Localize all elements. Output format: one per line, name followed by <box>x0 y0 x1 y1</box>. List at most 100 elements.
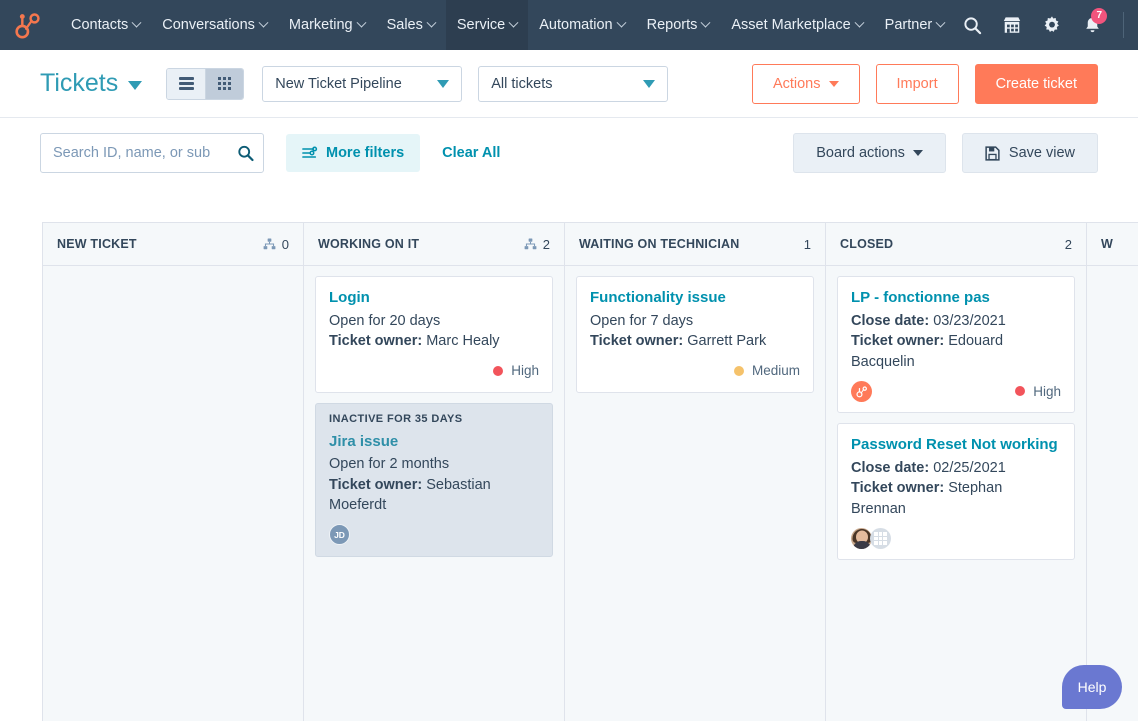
ticket-card-footer: Medium <box>590 360 800 382</box>
hubspot-logo-icon[interactable] <box>10 8 44 42</box>
priority-dot-icon <box>1015 386 1025 396</box>
board-column-partial: W <box>1087 223 1138 721</box>
nav-item-sales[interactable]: Sales <box>376 0 446 50</box>
avatar-initials[interactable]: JD <box>329 524 350 545</box>
ticket-avatars <box>851 528 891 549</box>
ticket-owner-label: Ticket owner: <box>329 477 422 493</box>
ticket-card[interactable]: LP - fonctionne pas Close date: 03/23/20… <box>837 276 1075 413</box>
column-title: CLOSED <box>840 237 893 251</box>
column-cards[interactable] <box>43 266 303 721</box>
nav-item-marketing[interactable]: Marketing <box>278 0 376 50</box>
marketplace-store-icon[interactable] <box>995 8 1029 42</box>
nav-utility-icons: 7 <box>955 8 1138 42</box>
notifications-bell-icon[interactable]: 7 <box>1075 8 1109 42</box>
chevron-down-icon <box>426 17 436 27</box>
chevron-down-icon <box>643 80 655 88</box>
ticket-card-footer <box>851 527 1061 549</box>
column-cards[interactable]: Login Open for 20 days Ticket owner: Mar… <box>304 266 564 721</box>
nav-item-reports[interactable]: Reports <box>636 0 721 50</box>
create-ticket-label: Create ticket <box>996 76 1077 92</box>
nav-item-service[interactable]: Service <box>446 0 528 50</box>
column-meta: 0 <box>263 237 289 252</box>
save-view-button[interactable]: Save view <box>962 133 1098 173</box>
column-cards[interactable] <box>1087 266 1138 721</box>
nav-label: Service <box>457 17 505 33</box>
board-view-button[interactable] <box>205 69 243 99</box>
nav-item-partner[interactable]: Partner <box>874 0 956 50</box>
nav-item-contacts[interactable]: Contacts <box>60 0 151 50</box>
actions-button[interactable]: Actions <box>752 64 860 104</box>
page-title-dropdown[interactable]: Tickets <box>40 69 142 98</box>
ticket-card-footer: High <box>329 360 539 382</box>
column-cards[interactable]: LP - fonctionne pas Close date: 03/23/20… <box>826 266 1086 721</box>
ticket-title-link[interactable]: Jira issue <box>329 432 539 452</box>
ticket-card[interactable]: Login Open for 20 days Ticket owner: Mar… <box>315 276 553 393</box>
pipeline-select-value: New Ticket Pipeline <box>275 76 402 92</box>
nav-item-asset-marketplace[interactable]: Asset Marketplace <box>720 0 873 50</box>
ticket-card[interactable]: Functionality issue Open for 7 days Tick… <box>576 276 814 393</box>
ticket-avatars: JD <box>329 524 350 545</box>
board-actions-button[interactable]: Board actions <box>793 133 946 173</box>
pipeline-select[interactable]: New Ticket Pipeline <box>262 66 462 102</box>
ticket-card[interactable]: Password Reset Not working Close date: 0… <box>837 423 1075 560</box>
ticket-card-footer: JD <box>329 524 539 546</box>
ticket-title-link[interactable]: LP - fonctionne pas <box>851 288 1061 308</box>
toolbar-actions: Actions Import Create ticket <box>752 64 1098 104</box>
ticket-title-link[interactable]: Functionality issue <box>590 288 800 308</box>
chevron-down-icon <box>913 150 923 156</box>
avatar-placeholder-icon[interactable] <box>870 528 891 549</box>
view-toggle-group <box>166 68 244 100</box>
nav-label: Reports <box>647 17 698 33</box>
nav-label: Contacts <box>71 17 128 33</box>
notification-count-badge: 7 <box>1091 8 1107 24</box>
nav-item-automation[interactable]: Automation <box>528 0 635 50</box>
column-cards[interactable]: Functionality issue Open for 7 days Tick… <box>565 266 825 721</box>
import-button[interactable]: Import <box>876 64 959 104</box>
priority-dot-icon <box>493 366 503 376</box>
ticket-age: Open for 7 days <box>590 311 800 332</box>
create-ticket-button[interactable]: Create ticket <box>975 64 1098 104</box>
column-header: W <box>1087 223 1138 266</box>
priority-badge: Medium <box>734 363 800 378</box>
main-nav-items: Contacts Conversations Marketing Sales S… <box>60 0 955 50</box>
ticket-owner-label: Ticket owner: <box>851 480 944 496</box>
nav-item-conversations[interactable]: Conversations <box>151 0 278 50</box>
clear-all-button[interactable]: Clear All <box>432 145 510 161</box>
chevron-down-icon <box>854 17 864 27</box>
more-filters-button[interactable]: More filters <box>286 134 420 172</box>
filter-bar: More filters Clear All Board actions Sav… <box>0 118 1138 188</box>
avatar-photo[interactable] <box>851 528 872 549</box>
nav-label: Asset Marketplace <box>731 17 850 33</box>
list-view-button[interactable] <box>167 69 205 99</box>
ticket-owner-name: Garrett Park <box>683 333 766 349</box>
help-button[interactable]: Help <box>1062 665 1122 709</box>
gear-icon[interactable] <box>1035 8 1069 42</box>
column-title: NEW TICKET <box>57 237 137 251</box>
ticket-title-link[interactable]: Password Reset Not working <box>851 435 1061 455</box>
clear-all-label: Clear All <box>442 145 500 161</box>
close-date-label: Close date: <box>851 313 929 329</box>
chevron-down-icon <box>258 17 268 27</box>
ticket-close-date-line: Close date: 03/23/2021 <box>851 311 1061 332</box>
column-meta: 1 <box>804 237 811 252</box>
inactive-flag: INACTIVE FOR 35 DAYS <box>329 413 539 425</box>
pipeline-hierarchy-icon <box>263 238 276 250</box>
page-toolbar: Tickets New Ticket Pipeline All tickets … <box>0 50 1138 118</box>
search-icon[interactable] <box>237 145 254 162</box>
column-meta: 2 <box>1065 237 1072 252</box>
avatar-hubspot-logo-icon[interactable] <box>851 381 872 402</box>
search-icon[interactable] <box>955 8 989 42</box>
search-input[interactable] <box>40 133 264 173</box>
ticket-filter-select[interactable]: All tickets <box>478 66 668 102</box>
help-label: Help <box>1078 679 1107 695</box>
more-filters-label: More filters <box>326 145 404 161</box>
ticket-title-link[interactable]: Login <box>329 288 539 308</box>
column-count: 0 <box>282 237 289 252</box>
nav-label: Sales <box>387 17 423 33</box>
chevron-down-icon <box>132 17 142 27</box>
ticket-card[interactable]: INACTIVE FOR 35 DAYS Jira issue Open for… <box>315 403 553 557</box>
nav-label: Conversations <box>162 17 255 33</box>
column-title: WORKING ON IT <box>318 237 419 251</box>
ticket-board: NEW TICKET 0 WORKING ON IT <box>42 222 1138 721</box>
column-count: 1 <box>804 237 811 252</box>
